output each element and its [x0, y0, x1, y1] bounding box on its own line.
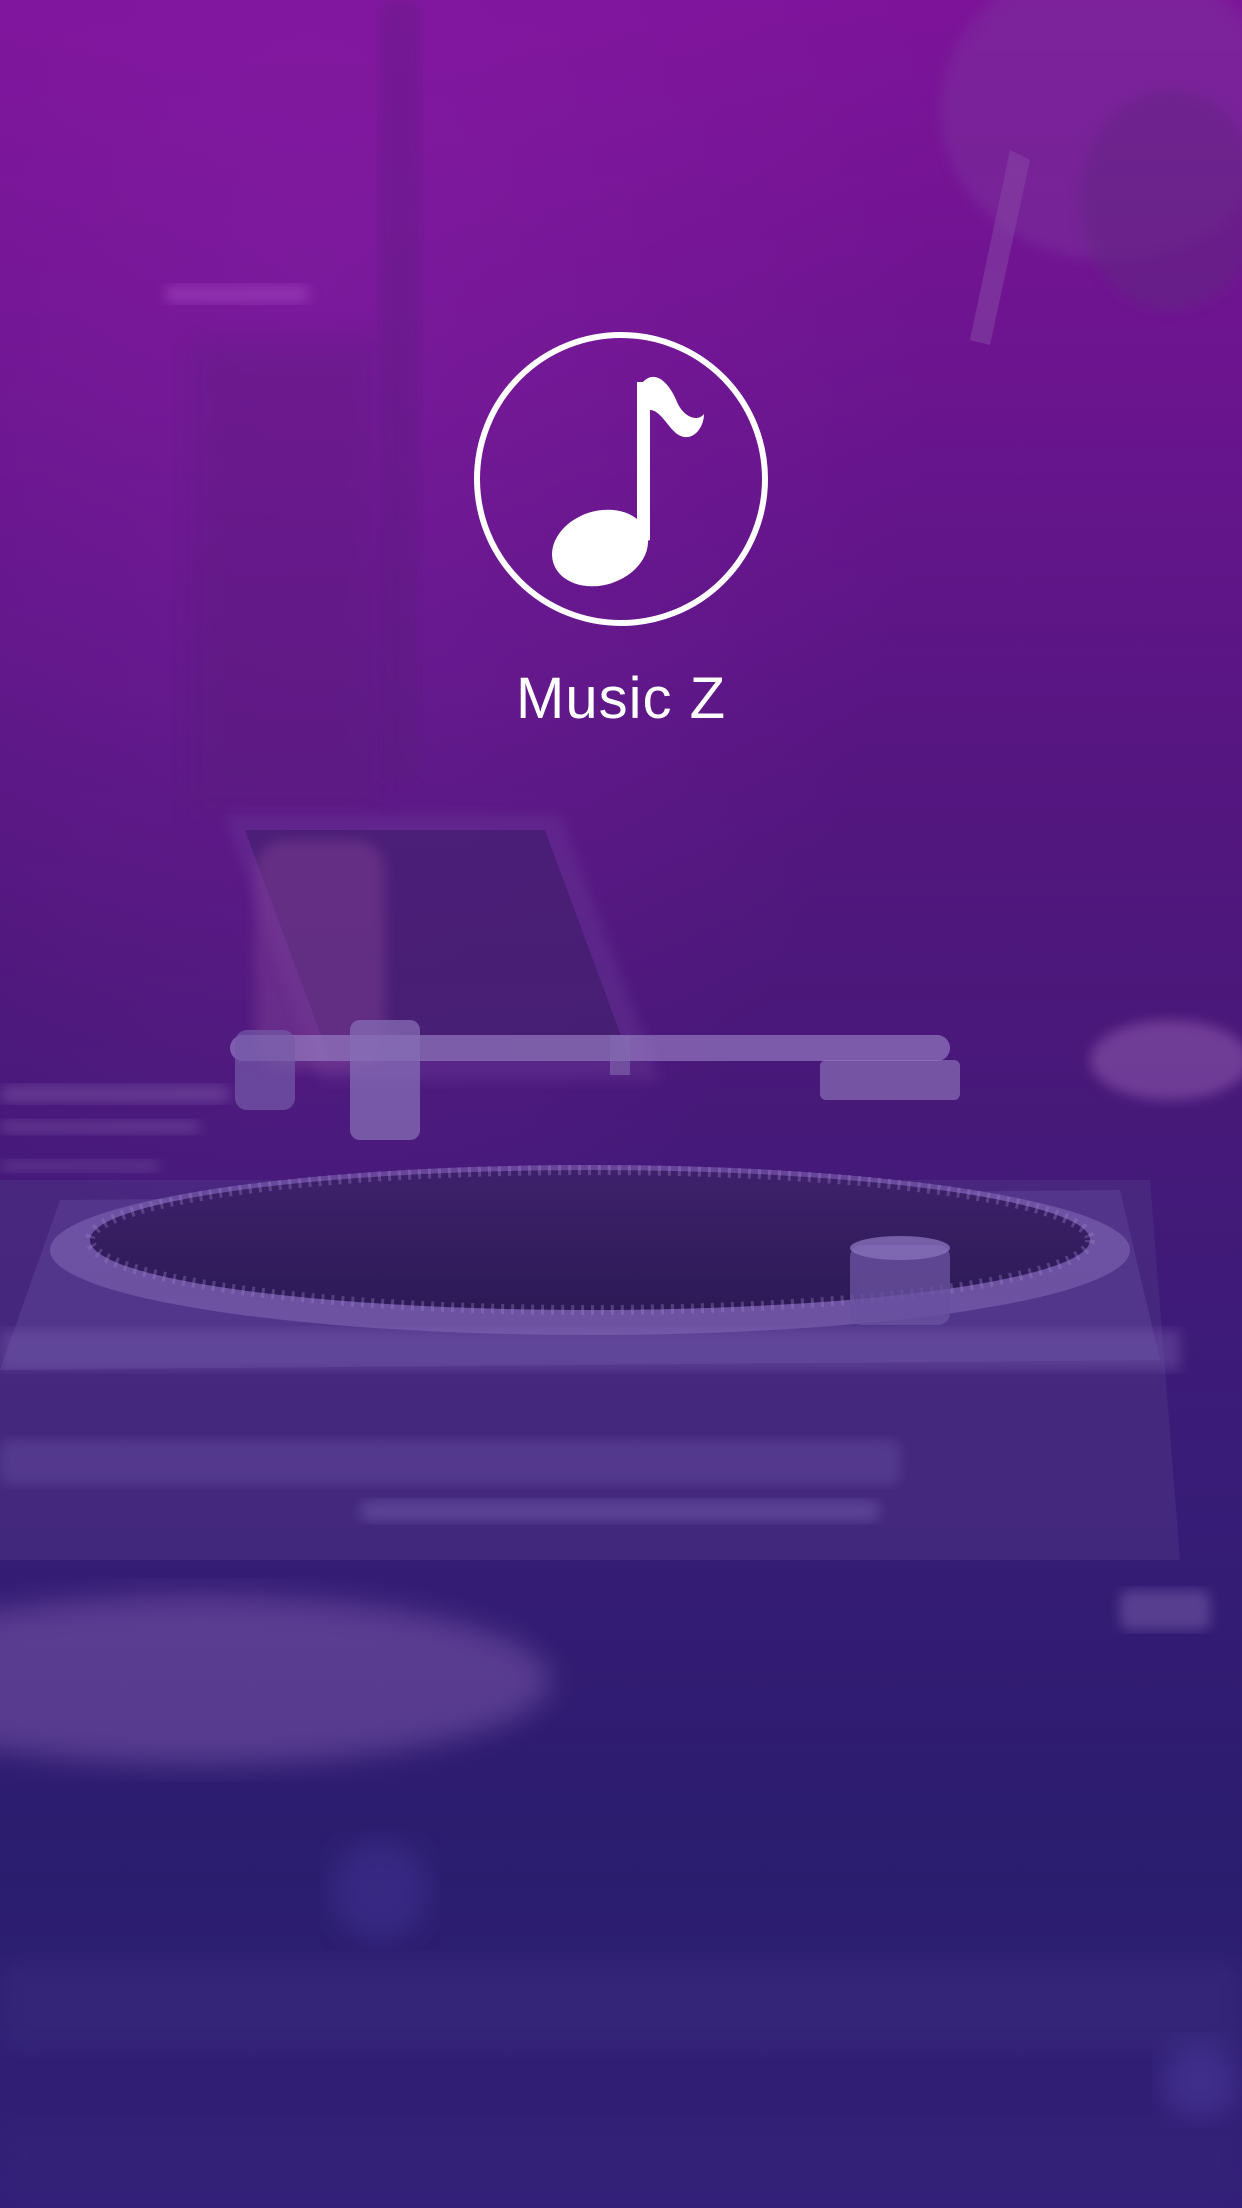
splash-screen: Music Z — [0, 0, 1242, 2208]
music-note-icon — [474, 332, 768, 626]
app-logo — [472, 330, 770, 628]
app-title: Music Z — [516, 666, 726, 731]
